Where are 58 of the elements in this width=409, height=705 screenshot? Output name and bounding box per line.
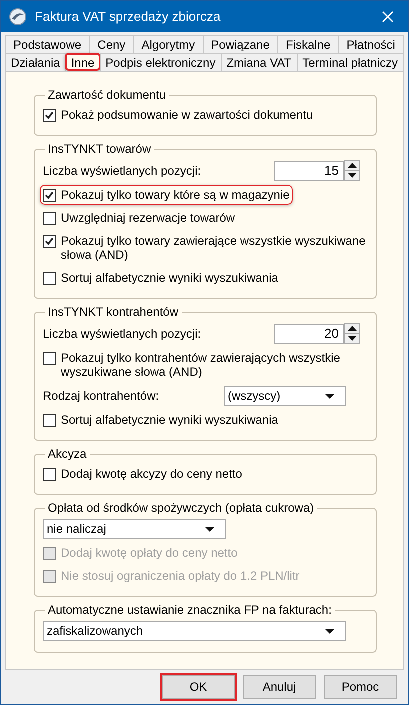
group-title: Opłata od środków spożywczych (opłata cukrowa) xyxy=(47,501,316,515)
close-icon xyxy=(382,10,394,22)
checkbox[interactable] xyxy=(43,109,56,122)
dropdown[interactable]: zafiskalizowanych xyxy=(43,621,346,641)
number-field[interactable]: 20 xyxy=(274,324,344,344)
tab[interactable]: Podpis elektroniczny xyxy=(100,53,222,71)
checkbox[interactable] xyxy=(43,414,56,427)
dropdown[interactable]: (wszyscy) xyxy=(224,386,346,406)
checkbox[interactable] xyxy=(43,212,56,225)
checkbox[interactable] xyxy=(43,272,56,285)
checkbox-label: Nie stosuj ograniczenia opłaty do 1.2 PLN/litr xyxy=(61,569,300,583)
checkbox-label: Dodaj kwotę opłaty do ceny netto xyxy=(61,546,238,560)
tab[interactable]: Podstawowe xyxy=(5,35,90,53)
checkbox-label: Pokazuj tylko kontrahentów zawierających wszystkie wyszukiwane słowa (AND) xyxy=(61,351,342,379)
down-triangle-icon xyxy=(348,336,356,341)
checkbox-label: Pokazuj tylko towary które są w magazynie xyxy=(61,188,290,202)
group-title: Automatyczne ustawianie znacznika FP na fakturach: xyxy=(47,603,333,617)
checkbox[interactable] xyxy=(43,189,56,202)
field-label: Liczba wyświetlanych pozycji: xyxy=(43,164,202,178)
up-triangle-icon xyxy=(348,163,356,168)
group-title: InsTYNKT towarów xyxy=(47,142,152,156)
caret-icon xyxy=(325,394,335,398)
field-label: Liczba wyświetlanych pozycji: xyxy=(43,326,202,340)
checkbox-label: Sortuj alfabetycznie wyniki wyszukiwania xyxy=(61,413,278,427)
checkbox-label: Uwzględniaj rezerwacje towarów xyxy=(61,211,236,225)
dialog-button[interactable]: Anuluj xyxy=(243,675,316,699)
tab[interactable]: Terminal płatniczy xyxy=(296,53,404,71)
number-field[interactable]: 15 xyxy=(274,160,344,180)
checkbox[interactable] xyxy=(43,352,56,365)
dropdown[interactable]: nie naliczaj xyxy=(43,519,226,539)
app-logo-icon xyxy=(9,8,27,26)
tab[interactable]: Płatności xyxy=(338,35,404,53)
checkbox[interactable] xyxy=(43,468,56,481)
caret-icon xyxy=(325,628,335,634)
spin-up-button[interactable] xyxy=(344,160,360,171)
spin-up-button[interactable] xyxy=(344,323,360,334)
spin-down-button[interactable] xyxy=(344,171,360,181)
field-label: Rodzaj kontrahentów: xyxy=(43,389,160,403)
dialog-button[interactable]: Pomoc xyxy=(324,675,397,699)
checkbox-label: Pokaż podsumowanie w zawartości dokumentu xyxy=(61,108,314,122)
window-title: Faktura VAT sprzedaży zbiorcza xyxy=(35,9,222,24)
dialog-button[interactable]: OK xyxy=(162,675,235,699)
tab[interactable]: Działania xyxy=(5,53,66,71)
down-triangle-icon xyxy=(348,173,356,178)
group-title: Zawartość dokumentu xyxy=(47,88,168,102)
checkbox-label: Dodaj kwotę akcyzy do ceny netto xyxy=(61,467,242,481)
tab[interactable]: Powiązane xyxy=(202,35,278,53)
group-title: Akcyza xyxy=(47,447,88,461)
checkbox-label: Sortuj alfabetycznie wyniki wyszukiwania xyxy=(61,271,278,285)
tab[interactable]: Inne xyxy=(65,53,101,71)
tab[interactable]: Ceny xyxy=(89,35,134,53)
up-triangle-icon xyxy=(348,326,356,331)
tab[interactable]: Algorytmy xyxy=(133,35,204,53)
checkbox-label: Pokazuj tylko towary zawierające wszystkie wyszukiwane słowa (AND) xyxy=(61,234,367,262)
caret-icon xyxy=(205,526,215,532)
group-title: InsTYNKT kontrahentów xyxy=(47,305,180,319)
spin-down-button[interactable] xyxy=(344,334,360,344)
checkbox[interactable] xyxy=(43,235,56,248)
